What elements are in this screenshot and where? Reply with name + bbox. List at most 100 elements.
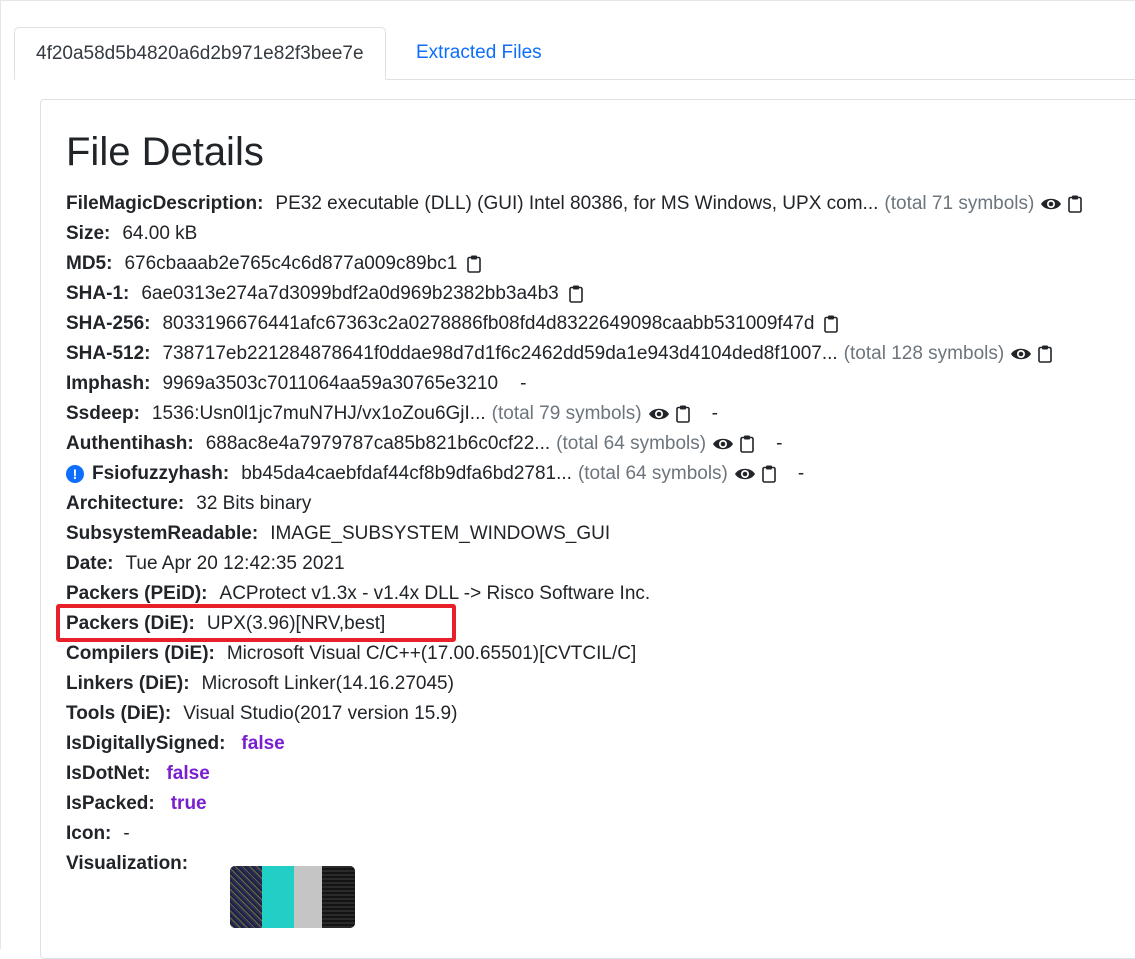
visualization-thumbnail[interactable] [230,866,355,928]
gray-band [294,866,322,928]
eye-icon[interactable] [1010,346,1032,362]
row-tools-die: Tools (DiE): Visual Studio(2017 version … [66,699,457,729]
eye-icon[interactable] [734,466,756,482]
row-sha512: SHA-512: 738717eb221284878641f0ddae98d7d… [66,339,1052,369]
clipboard-icon[interactable] [1068,195,1083,213]
row-filemagic: FileMagicDescription: PE32 executable (D… [66,189,1083,219]
label: SHA-512: [66,343,151,364]
label: Size: [66,223,111,244]
total-symbols: (total 71 symbols) [884,193,1035,214]
eye-icon[interactable] [648,406,670,422]
value: Visual Studio(2017 version 15.9) [183,703,458,724]
row-packers-die: Packers (DiE): UPX(3.96)[NRV,best] [66,609,385,639]
clipboard-icon[interactable] [467,255,482,273]
row-compilers-die: Compilers (DiE): Microsoft Visual C/C++(… [66,639,636,669]
boolean-value: true [170,793,207,814]
label: Imphash: [66,373,151,394]
info-icon[interactable]: ! [66,465,84,483]
row-md5: MD5: 676cbaaab2e765c4c6d877a009c89bc1 [66,249,482,279]
row-dotnet: IsDotNet: false [66,759,210,789]
value: UPX(3.96)[NRV,best] [206,613,386,634]
row-packers-peid: Packers (PEiD): ACProtect v1.3x - v1.4x … [66,579,650,609]
label: SHA-1: [66,283,130,304]
label: Tools (DiE): [66,703,172,724]
value: Microsoft Linker(14.16.27045) [201,673,454,694]
label: SHA-256: [66,313,151,334]
value: ACProtect v1.3x - v1.4x DLL -> Risco Sof… [219,583,651,604]
label: Packers (PEiD): [66,583,208,604]
boolean-value: false [241,733,285,754]
value: Tue Apr 20 12:42:35 2021 [125,553,345,574]
dash: - [797,463,805,484]
value: 1536:Usn0l1jc7muN7HJ/vx1oZou6GjI... [151,403,486,424]
label: MD5: [66,253,113,274]
label: Fsiofuzzyhash: [92,463,230,484]
eye-icon[interactable] [712,436,734,452]
row-ssdeep: Ssdeep: 1536:Usn0l1jc7muN7HJ/vx1oZou6GjI… [66,399,718,429]
dash: - [776,433,783,454]
value: PE32 executable (DLL) (GUI) Intel 80386,… [275,193,879,214]
total-symbols: (total 64 symbols) [577,463,728,484]
tab-extracted-files[interactable]: Extracted Files [395,27,563,79]
row-architecture: Architecture: 32 Bits binary [66,489,311,519]
label: IsPacked: [66,793,155,814]
value: 676cbaaab2e765c4c6d877a009c89bc1 [124,253,458,274]
tab-file-hash[interactable]: 4f20a58d5b4820a6d2b971e82f3bee7e [14,27,386,80]
total-symbols: (total 79 symbols) [491,403,642,424]
label: FileMagicDescription: [66,193,264,214]
row-sha1: SHA-1: 6ae0313e274a7d3099bdf2a0d969b2382… [66,279,583,309]
clipboard-icon[interactable] [740,435,754,453]
row-size: Size: 64.00 kB [66,219,197,249]
label: Authentihash: [66,433,194,454]
dash: - [711,403,718,424]
label: IsDigitallySigned: [66,733,226,754]
row-digitally-signed: IsDigitallySigned: false [66,729,285,759]
row-sha256: SHA-256: 8033196676441afc67363c2a0278886… [66,309,839,339]
row-icon: Icon: - [66,819,130,849]
value: 688ac8e4a7979787ca85b821b6c0cf22... [205,433,551,454]
label: Icon: [66,823,112,844]
row-subsystem: SubsystemReadable: IMAGE_SUBSYSTEM_WINDO… [66,519,610,549]
dark-band [322,866,355,928]
clipboard-icon[interactable] [762,465,776,483]
row-packed: IsPacked: true [66,789,207,819]
value: bb45da4caebfdaf44cf8b9dfa6bd2781... [241,463,572,484]
total-symbols: (total 64 symbols) [556,433,707,454]
entropy-noise-band [230,866,262,928]
label: Packers (DiE): [66,613,195,634]
total-symbols: (total 128 symbols) [843,343,1005,364]
value: 32 Bits binary [196,493,312,514]
label: Date: [66,553,114,574]
eye-icon[interactable] [1040,196,1062,212]
clipboard-icon[interactable] [1038,345,1052,363]
value: - [123,823,130,844]
boolean-value: false [166,763,210,784]
value: 738717eb221284878641f0ddae98d7d1f6c2462d… [162,343,838,364]
label: Architecture: [66,493,185,514]
dash: - [520,373,527,394]
value: 9969a3503c7011064aa59a30765e3210 [162,373,499,394]
label: Ssdeep: [66,403,140,424]
value: Microsoft Visual C/C++(17.00.65501)[CVTC… [226,643,637,664]
label: SubsystemReadable: [66,523,259,544]
row-imphash: Imphash: 9969a3503c7011064aa59a30765e321… [66,369,526,399]
label: Visualization: [66,853,189,874]
label: IsDotNet: [66,763,151,784]
value: IMAGE_SUBSYSTEM_WINDOWS_GUI [270,523,611,544]
label: Linkers (DiE): [66,673,190,694]
row-authentihash: Authentihash: 688ac8e4a7979787ca85b821b6… [66,429,782,459]
tab-bar: 4f20a58d5b4820a6d2b971e82f3bee7e Extract… [14,27,1135,80]
clipboard-icon[interactable] [824,315,839,333]
value: 64.00 kB [122,223,198,244]
value: 8033196676441afc67363c2a0278886fb08fd4d8… [162,313,815,334]
clipboard-icon[interactable] [568,285,583,303]
row-linkers-die: Linkers (DiE): Microsoft Linker(14.16.27… [66,669,454,699]
value: 6ae0313e274a7d3099bdf2a0d969b2382bb3a4b3 [141,283,559,304]
label: Compilers (DiE): [66,643,215,664]
teal-band [262,866,294,928]
clipboard-icon[interactable] [675,405,690,423]
page-title: File Details [66,130,264,174]
row-fsiofuzzyhash: ! Fsiofuzzyhash: bb45da4caebfdaf44cf8b9d… [66,459,804,489]
row-visualization: Visualization: [66,849,188,879]
row-date: Date: Tue Apr 20 12:42:35 2021 [66,549,345,579]
